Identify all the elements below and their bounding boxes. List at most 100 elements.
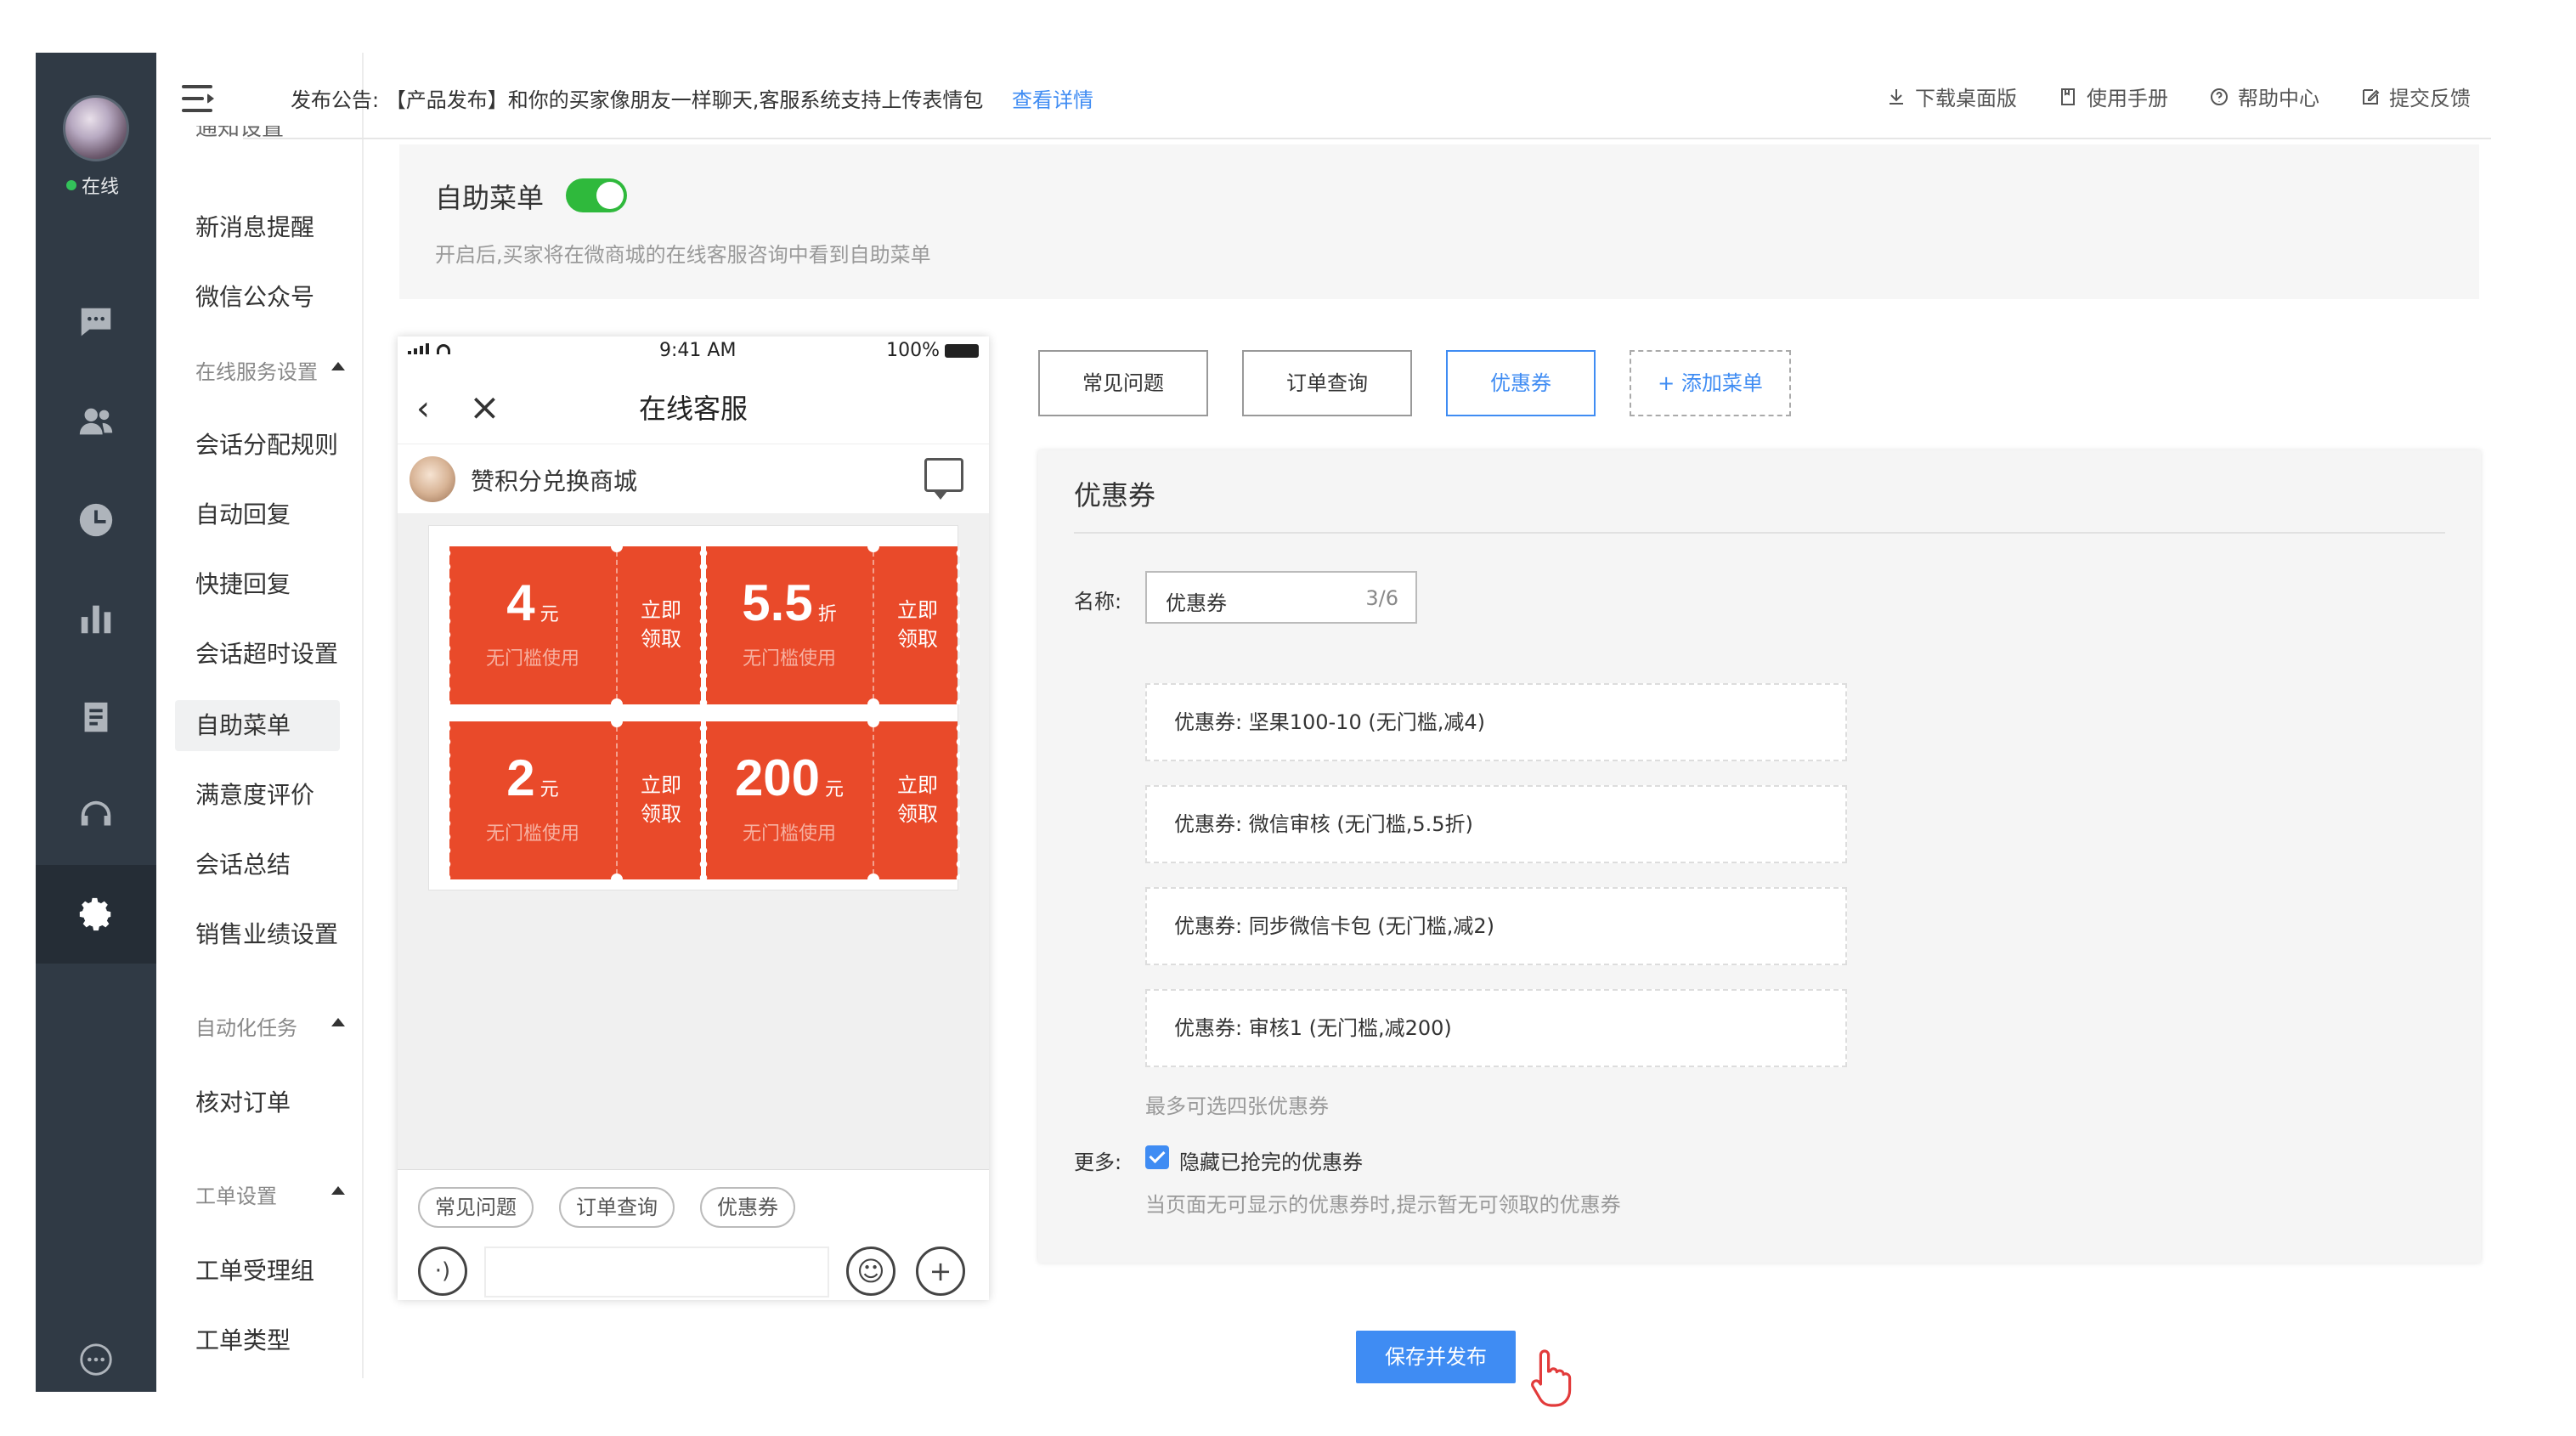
menu-item-verify-order[interactable]: 核对订单	[175, 1077, 340, 1128]
menu-name-input[interactable]: 优惠券 3/6	[1145, 571, 1417, 624]
quick-chip-order[interactable]: 订单查询	[559, 1187, 675, 1228]
menu-item-ticket-group[interactable]: 工单受理组	[175, 1246, 340, 1297]
coupon-claim-line2: 领取	[897, 627, 938, 651]
quick-chip-coupon[interactable]: 优惠券	[700, 1187, 795, 1228]
collapse-menu-icon[interactable]	[182, 82, 219, 116]
coupon-claim[interactable]: 立即 领取	[623, 596, 699, 653]
coupon-condition: 无门槛使用	[742, 648, 836, 670]
phone-time: 9:41 AM	[659, 340, 737, 361]
coupon-item[interactable]: 优惠券: 微信审核 (无门槛,5.5折)	[1145, 785, 1847, 863]
announcement: 发布公告: 【产品发布】和你的买家像朋友一样聊天,客服系统支持上传表情包 查看详…	[291, 83, 1093, 113]
emoji-icon[interactable]: ☺	[846, 1247, 895, 1296]
menu-item-satisfaction[interactable]: 满意度评价	[175, 770, 340, 821]
announcement-link[interactable]: 查看详情	[1012, 88, 1093, 112]
coupon-card[interactable]: 4元 无门槛使用 立即 领取	[447, 540, 703, 710]
coupon-editor: 优惠券 名称: 优惠券 3/6 优惠券: 坚果100-10 (无门槛,减4) 优…	[1038, 450, 2481, 1263]
shop-header: 赞积分兑换商城	[398, 444, 989, 513]
self-service-switch[interactable]	[566, 178, 627, 212]
coupon-claim-line2: 领取	[641, 802, 681, 826]
settings-menu: 通知设置 新消息提醒 微信公众号 在线服务设置 会话分配规则 自动回复 快捷回复…	[156, 53, 364, 1378]
menu-section-label: 在线服务设置	[195, 360, 318, 384]
coupon-card[interactable]: 2元 无门槛使用 立即 领取	[447, 715, 703, 885]
voice-icon[interactable]: ·)	[418, 1247, 467, 1296]
hide-claimed-label[interactable]: 隐藏已抢完的优惠券	[1179, 1145, 1363, 1175]
top-actions: 下载桌面版 使用手册 帮助中心 提交反馈	[1886, 82, 2471, 111]
editor-title: 优惠券	[1074, 479, 1156, 512]
phone-nav-bar: ‹ × 在线客服	[398, 365, 989, 444]
manual-link[interactable]: 使用手册	[2058, 82, 2168, 111]
shop-name: 赞积分兑换商城	[471, 467, 638, 495]
coupon-claim-line2: 领取	[897, 802, 938, 826]
coupon-item[interactable]: 优惠券: 同步微信卡包 (无门槛,减2)	[1145, 887, 1847, 965]
coupon-divider	[616, 726, 618, 874]
coupon-divider	[873, 551, 874, 699]
chat-bubble-icon[interactable]	[924, 458, 963, 500]
chat-icon[interactable]	[36, 274, 156, 372]
coupon-card[interactable]: 5.5 折 无门槛使用 立即领取	[703, 540, 960, 710]
menu-name-value: 优惠券	[1166, 591, 1227, 615]
hide-claimed-hint: 当页面无可显示的优惠券时,提示暂无可领取的优惠券	[1145, 1193, 1621, 1217]
message-input[interactable]	[484, 1247, 829, 1297]
menu-section-automation[interactable]: 自动化任务	[195, 1011, 345, 1041]
battery: 100%	[886, 340, 979, 361]
tab-coupon[interactable]: 优惠券	[1446, 350, 1596, 416]
self-service-toggle-panel: 自助菜单 开启后,买家将在微商城的在线客服咨询中看到自助菜单	[399, 144, 2479, 299]
coupon-claim-line1: 立即	[897, 598, 938, 622]
coupon-unit: 元	[539, 603, 559, 625]
menu-item-summary[interactable]: 会话总结	[175, 840, 340, 890]
menu-section-online[interactable]: 在线服务设置	[195, 355, 345, 385]
help-center-link[interactable]: 帮助中心	[2209, 82, 2319, 111]
avatar[interactable]	[63, 95, 129, 161]
menu-item-new-message[interactable]: 新消息提醒	[175, 202, 340, 253]
coupon-amount: 5.5 折	[706, 574, 873, 632]
coupon-divider	[616, 551, 618, 699]
plus-icon[interactable]: +	[916, 1247, 965, 1296]
phone-preview: 9:41 AM 100% ‹ × 在线客服 赞积分兑换商城 4元 无门槛使用 立…	[398, 336, 989, 1300]
tab-order-query[interactable]: 订单查询	[1242, 350, 1412, 416]
menu-item-ticket-type[interactable]: 工单类型	[175, 1315, 340, 1366]
coupon-claim[interactable]: 立即 领取	[879, 771, 956, 828]
hand-cursor-icon	[1531, 1349, 1572, 1407]
hide-claimed-checkbox[interactable]	[1145, 1145, 1169, 1169]
coupon-claim-line1: 立即	[641, 598, 681, 622]
shop-avatar	[410, 456, 455, 502]
coupon-notch	[611, 540, 623, 552]
coupon-item[interactable]: 优惠券: 审核1 (无门槛,减200)	[1145, 989, 1847, 1067]
more-icon[interactable]	[36, 1310, 156, 1409]
menu-item-sales[interactable]: 销售业绩设置	[175, 909, 340, 960]
manual-label: 使用手册	[2087, 87, 2168, 110]
coupon-item[interactable]: 优惠券: 坚果100-10 (无门槛,减4)	[1145, 683, 1847, 761]
tab-faq[interactable]: 常见问题	[1038, 350, 1208, 416]
headset-icon[interactable]	[36, 766, 156, 865]
add-menu-button[interactable]: + 添加菜单	[1630, 350, 1791, 416]
coupon-unit: 元	[539, 778, 559, 800]
coupon-claim-line2: 领取	[641, 627, 681, 651]
download-desktop-link[interactable]: 下载桌面版	[1886, 82, 2017, 111]
coupon-claim[interactable]: 立即 领取	[623, 771, 699, 828]
menu-item-wechat-account[interactable]: 微信公众号	[175, 272, 340, 323]
coupon-value: 2	[506, 749, 535, 806]
clipboard-icon[interactable]	[36, 668, 156, 766]
coupon-claim[interactable]: 立即 领取	[879, 596, 956, 653]
settings-icon[interactable]	[36, 865, 156, 964]
history-icon[interactable]	[36, 471, 156, 569]
caret-up-icon	[331, 1186, 345, 1195]
menu-section-ticket[interactable]: 工单设置	[195, 1179, 345, 1209]
save-publish-button[interactable]: 保存并发布	[1356, 1331, 1516, 1383]
menu-item-quick-reply[interactable]: 快捷回复	[175, 559, 340, 610]
max-coupon-hint: 最多可选四张优惠券	[1145, 1094, 1329, 1118]
menu-item-self-service-menu[interactable]: 自助菜单	[175, 700, 340, 751]
coupon-card[interactable]: 200 元 无门槛使用 立即 领取	[703, 715, 960, 885]
coupon-notch	[867, 698, 879, 710]
contacts-icon[interactable]	[36, 372, 156, 471]
stats-icon[interactable]	[36, 569, 156, 668]
feedback-link[interactable]: 提交反馈	[2360, 82, 2471, 111]
battery-icon	[945, 343, 979, 358]
online-status[interactable]: 在线	[66, 172, 119, 199]
coupon-condition: 无门槛使用	[742, 823, 836, 845]
menu-item-timeout[interactable]: 会话超时设置	[175, 629, 340, 680]
quick-chip-faq[interactable]: 常见问题	[418, 1187, 534, 1228]
menu-item-auto-reply[interactable]: 自动回复	[175, 489, 340, 540]
menu-item-assign-rules[interactable]: 会话分配规则	[175, 420, 340, 471]
announcement-prefix: 发布公告:	[291, 88, 380, 112]
